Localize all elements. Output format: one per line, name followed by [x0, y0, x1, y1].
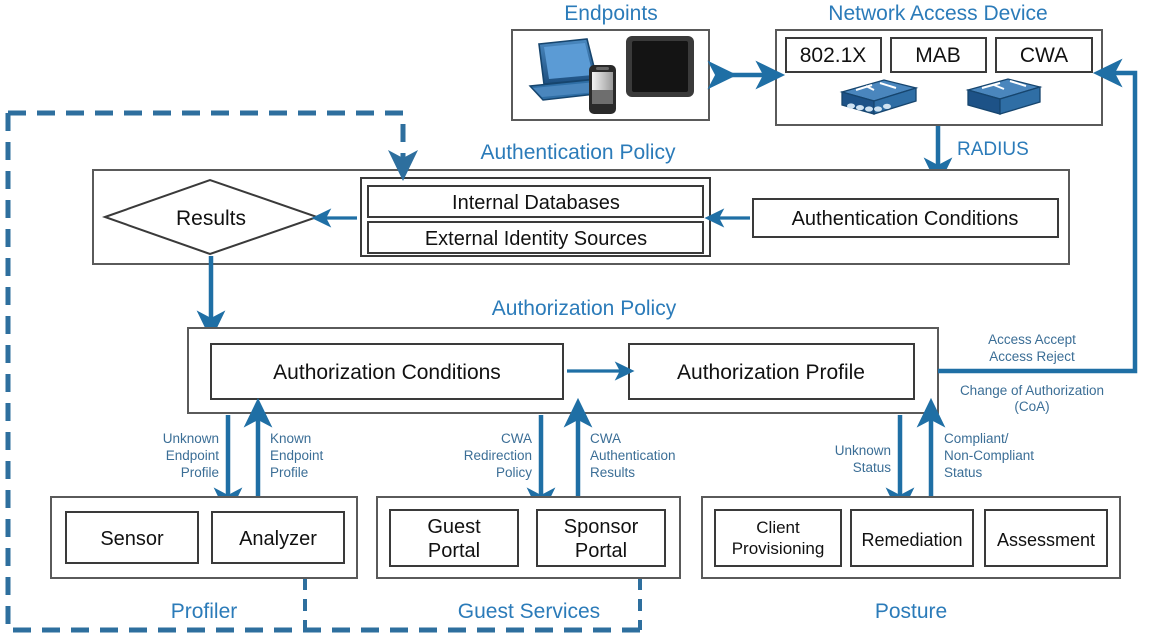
flow-label-unknown-endpoint-profile: Unknown Endpoint Profile [163, 431, 220, 480]
external-identity-sources-label: External Identity Sources [425, 228, 647, 250]
guest-portal-label-line1: Guest [427, 516, 481, 538]
svg-text:Authentication: Authentication [590, 448, 676, 463]
authentication-policy-title: Authentication Policy [481, 141, 676, 164]
guest-portal-label-line2: Portal [428, 540, 480, 562]
tablet-icon [626, 36, 694, 97]
authorization-profile-label: Authorization Profile [677, 361, 865, 384]
flow-label-cwa-redirection-policy: CWA Redirection Policy [464, 431, 533, 480]
flow-label-known-endpoint-profile: Known Endpoint Profile [270, 431, 324, 480]
svg-text:Unknown: Unknown [163, 431, 219, 446]
dashed-feedback-to-auth-arrow [8, 110, 418, 182]
nad-title: Network Access Device [828, 2, 1047, 25]
svg-text:Profile: Profile [270, 465, 308, 480]
flow-label-cwa-authentication-results: CWA Authentication Results [590, 431, 676, 480]
nad-method-label-mab: MAB [915, 44, 961, 67]
sensor-label: Sensor [100, 528, 164, 550]
profiler-caption: Profiler [171, 600, 238, 623]
results-label: Results [176, 207, 246, 230]
remediation-label: Remediation [861, 530, 962, 550]
access-accept-label: Access Accept [988, 332, 1076, 347]
client-provisioning-label-line2: Provisioning [732, 539, 825, 558]
coa-label-line1: Change of Authorization [960, 383, 1104, 398]
flow-label-compliant-status: Compliant/ Non-Compliant Status [944, 431, 1034, 480]
svg-text:CWA: CWA [501, 431, 532, 446]
svg-text:Compliant/: Compliant/ [944, 431, 1009, 446]
authorization-conditions-label: Authorization Conditions [273, 361, 501, 384]
posture-caption: Posture [875, 600, 947, 623]
internal-databases-label: Internal Databases [452, 192, 620, 214]
sponsor-portal-label-line2: Portal [575, 540, 627, 562]
svg-text:Profile: Profile [181, 465, 219, 480]
authentication-conditions-label: Authentication Conditions [792, 208, 1019, 230]
svg-text:Redirection: Redirection [464, 448, 532, 463]
client-provisioning-label-line1: Client [756, 518, 800, 537]
access-reject-label: Access Reject [989, 349, 1075, 364]
svg-text:Status: Status [944, 465, 983, 480]
svg-text:Known: Known [270, 431, 311, 446]
diagram-canvas: Endpoints Network Access Device Authenti… [5, 2, 1138, 633]
guest-services-caption: Guest Services [458, 600, 600, 623]
radius-label: RADIUS [957, 139, 1029, 160]
svg-text:Results: Results [590, 465, 635, 480]
analyzer-label: Analyzer [239, 528, 317, 550]
authorization-policy-title: Authorization Policy [492, 297, 677, 320]
assessment-label: Assessment [997, 530, 1095, 550]
nad-method-label-cwa: CWA [1020, 44, 1068, 67]
svg-text:CWA: CWA [590, 431, 621, 446]
coa-label-line2: (CoA) [1014, 399, 1049, 414]
sponsor-portal-label-line1: Sponsor [564, 516, 639, 538]
smartphone-icon [589, 65, 616, 114]
flow-label-unknown-status: Unknown Status [835, 443, 892, 475]
svg-text:Endpoint: Endpoint [166, 448, 220, 463]
svg-text:Status: Status [853, 460, 892, 475]
nad-method-label-8021x: 802.1X [800, 44, 867, 67]
svg-text:Non-Compliant: Non-Compliant [944, 448, 1034, 463]
ise-architecture-diagram: Endpoints Network Access Device Authenti… [0, 0, 1149, 644]
svg-text:Policy: Policy [496, 465, 532, 480]
svg-text:Endpoint: Endpoint [270, 448, 324, 463]
endpoints-title: Endpoints [564, 2, 657, 25]
svg-text:Unknown: Unknown [835, 443, 891, 458]
